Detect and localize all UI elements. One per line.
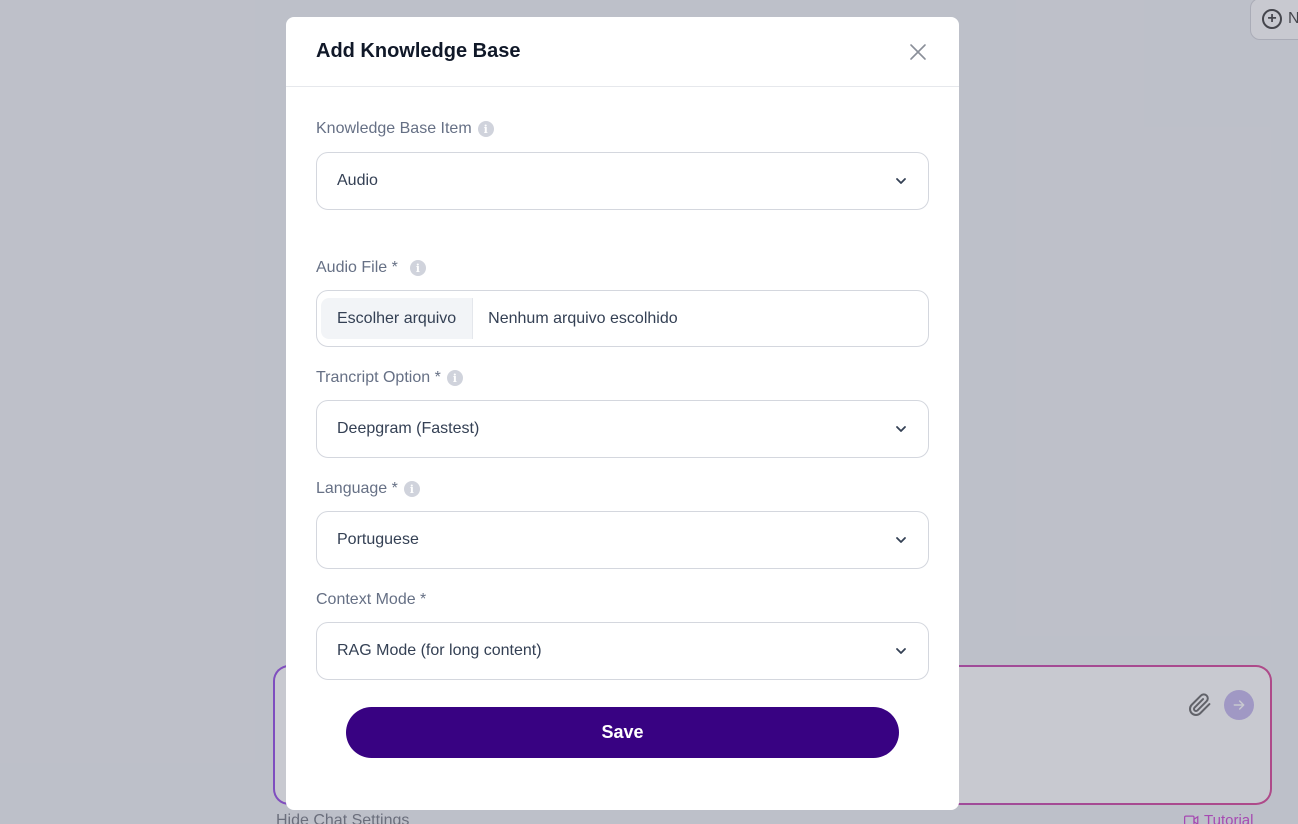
info-icon[interactable]: i bbox=[403, 481, 420, 497]
kb-item-value: Audio bbox=[337, 172, 378, 189]
transcript-value: Deepgram (Fastest) bbox=[337, 420, 480, 437]
file-status-text: Nenhum arquivo escolhido bbox=[488, 309, 678, 327]
context-mode-label: Context Mode * bbox=[316, 591, 427, 608]
language-select[interactable]: Portuguese bbox=[316, 511, 929, 569]
info-icon[interactable]: i bbox=[477, 121, 494, 137]
close-button[interactable] bbox=[907, 41, 929, 63]
chevron-down-icon bbox=[896, 537, 906, 543]
audio-file-label: Audio File * bbox=[316, 259, 398, 276]
transcript-label-row: Trancript Option * i bbox=[316, 369, 463, 387]
chevron-down-icon bbox=[896, 426, 906, 432]
language-label: Language * bbox=[316, 480, 398, 497]
kb-item-label: Knowledge Base Item bbox=[316, 120, 472, 137]
add-knowledge-base-modal: Add Knowledge Base Knowledge Base Item i… bbox=[286, 17, 959, 810]
transcript-label: Trancript Option * bbox=[316, 369, 441, 386]
audio-file-input[interactable]: Escolher arquivo Nenhum arquivo escolhid… bbox=[316, 290, 929, 347]
chevron-down-icon bbox=[896, 178, 906, 184]
audio-file-label-row: Audio File * i bbox=[316, 259, 426, 277]
save-button[interactable]: Save bbox=[346, 707, 899, 758]
kb-item-select[interactable]: Audio bbox=[316, 152, 929, 210]
chevron-down-icon bbox=[896, 648, 906, 654]
kb-item-label-row: Knowledge Base Item i bbox=[316, 120, 494, 138]
language-value: Portuguese bbox=[337, 531, 419, 548]
close-icon bbox=[910, 43, 926, 60]
context-mode-select[interactable]: RAG Mode (for long content) bbox=[316, 622, 929, 680]
language-label-row: Language * i bbox=[316, 480, 420, 498]
choose-file-button[interactable]: Escolher arquivo bbox=[321, 298, 474, 339]
modal-title: Add Knowledge Base bbox=[316, 40, 521, 62]
context-mode-value: RAG Mode (for long content) bbox=[337, 642, 542, 659]
info-icon[interactable]: i bbox=[446, 370, 463, 386]
info-icon[interactable]: i bbox=[409, 260, 426, 276]
modal-header: Add Knowledge Base bbox=[286, 17, 959, 87]
transcript-option-select[interactable]: Deepgram (Fastest) bbox=[316, 400, 929, 458]
context-mode-label-row: Context Mode * bbox=[316, 591, 426, 609]
